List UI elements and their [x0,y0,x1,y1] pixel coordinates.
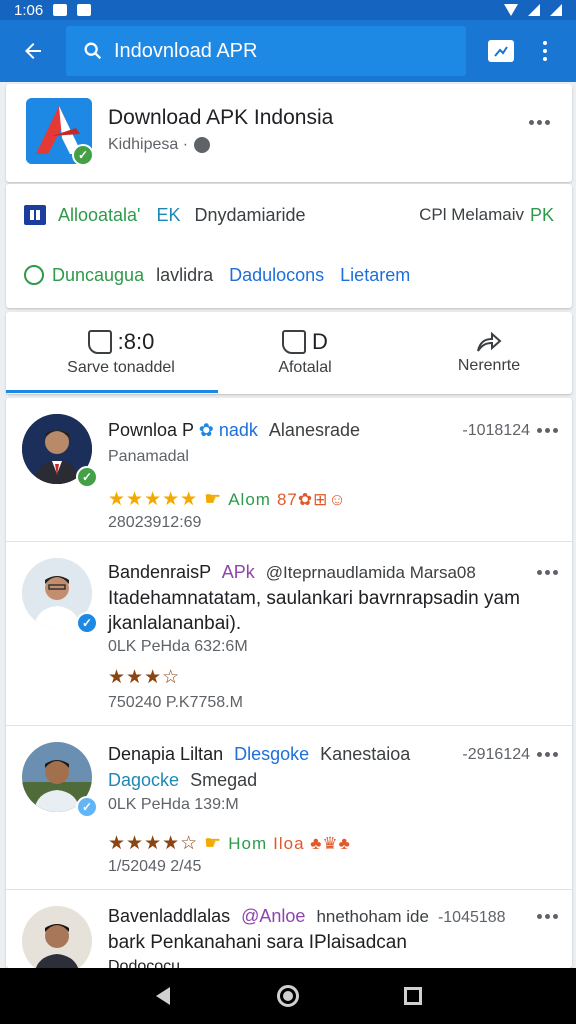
recents-square-icon [404,987,423,1005]
post-tag: Dlesgoke [234,744,310,764]
app-bar [0,20,576,82]
page-icon [24,205,46,225]
rating-stars: ★★★★☆ ☛ Hom Iloa ♣♛♣ [108,833,351,854]
share-action-button[interactable]: Nerenrte [404,312,574,394]
verified-badge: ✓ [76,612,98,634]
verified-icon: ✿ [198,420,214,440]
share-icon [488,40,514,62]
notification-icon [77,4,92,16]
nav-back-button[interactable] [143,976,183,1016]
page-header-card: Download APK Indonsia Kidhipesa · [6,84,572,182]
signal-icon [550,4,562,16]
post-body: Itadehamnatatam, saulankari bavrnrapsadi… [108,588,520,634]
info-tag[interactable]: EK [157,205,181,226]
overflow-menu-button[interactable] [530,28,560,74]
hand-icon: ☛ [204,833,223,854]
search-icon [84,42,102,60]
post-meta: 0LK PeHda 632:6M [108,638,248,655]
wifi-icon [504,4,518,16]
status-time: 1:06 [14,1,44,19]
page-actions-card: :8:0 Sarve tonaddel D Afotalal Nerenrte [6,312,572,394]
share-button[interactable] [478,28,524,74]
post-more-button[interactable] [537,570,558,575]
post-author[interactable]: BandenraisP APk @Iteprnaudlamida Marsa08 [108,562,476,583]
post-item[interactable]: ✓ Pownloa P ✿ nadk Alanesrade -1018124 P… [6,398,572,542]
thumbs-up-icon [282,330,307,354]
post-tag: APk [221,562,255,582]
info-hours: Duncaugua [52,264,145,285]
avatar[interactable] [22,906,92,968]
info-link[interactable]: Lietarem [340,265,410,286]
post-item[interactable]: ✓ BandenraisP APk @Iteprnaudlamida Marsa… [6,542,572,726]
page-info-card: Allooatala' EK Dnydamiaride CPl Melamaiv… [6,184,572,308]
post-tag: @Anloe [241,906,306,926]
info-text: lavlidra [156,264,214,285]
nav-recents-button[interactable] [393,976,433,1016]
signal-icon [528,4,540,16]
post-item[interactable]: ✓ Denapia Liltan Dlesgoke Kanestaioa -29… [6,726,572,890]
active-tab-indicator [6,390,218,393]
post-subtitle: Dagocke Smegad [108,770,258,790]
post-more-button[interactable] [537,752,558,757]
info-category[interactable]: Allooatala' [58,205,141,226]
search-bar[interactable] [66,26,466,76]
home-circle-icon [276,985,299,1007]
back-arrow-icon [25,43,41,59]
system-nav-bar [0,968,576,1024]
post-time: -2916124 [462,746,530,763]
post-more-button[interactable] [537,428,558,433]
verified-badge: ✓ [72,144,94,166]
verified-badge: ✓ [76,466,98,488]
search-input[interactable] [114,39,434,63]
posts-feed: ✓ Pownloa P ✿ nadk Alanesrade -1018124 P… [6,398,572,968]
nav-home-button[interactable] [268,976,308,1016]
back-button[interactable] [10,28,56,74]
back-triangle-icon [155,987,170,1005]
post-meta: 28023912:69 [108,514,202,531]
post-author[interactable]: Bavenladdlalas @Anloe hnethoham ide -104… [108,906,506,927]
post-meta: Dodococu [108,958,181,968]
check-icon: ✓ [72,144,94,166]
page-more-button[interactable] [529,120,550,125]
info-text: CPl Melamaiv [419,205,524,224]
verified-badge: ✓ [76,796,98,818]
post-item[interactable]: Bavenladdlalas @Anloe hnethoham ide -104… [6,890,572,968]
post-time: -1018124 [462,422,530,439]
post-meta: 750240 P.K7758.M [108,694,243,711]
info-text: Dnydamiaride [194,204,306,225]
status-bar: 1:06 [0,0,576,20]
comment-button[interactable]: D Afotalal [220,312,390,394]
globe-icon [194,137,211,153]
info-tag[interactable]: PK [530,205,554,226]
post-author[interactable]: Pownloa P ✿ nadk Alanesrade [108,420,360,441]
hand-icon: ☛ [204,489,223,510]
rating-stars: ★★★☆ [108,667,181,688]
like-button[interactable]: :8:0 Sarve tonaddel [36,312,206,394]
page-title: Download APK Indonsia [108,106,334,129]
post-meta: 0LK PeHda 139:M [108,796,239,813]
post-subtitle: Panamadal [108,448,189,465]
post-body: bark Penkanahani sara IPlaisadcan [108,932,407,953]
thumbs-up-icon [87,330,112,354]
info-link[interactable]: Dadulocons [229,265,324,286]
notification-icon [53,4,68,16]
page-subtitle: Kidhipesa · [108,136,211,154]
post-tag: nadk [218,420,258,440]
post-author[interactable]: Denapia Liltan Dlesgoke Kanestaioa [108,744,410,765]
info-row: Duncaugua lavlidra Dadulocons Lietarem [24,262,554,288]
info-row: Allooatala' EK Dnydamiaride CPl Melamaiv… [24,202,554,228]
post-meta: 1/52049 2/45 [108,858,202,875]
post-more-button[interactable] [537,914,558,919]
rating-stars: ★★★★★ ☛ Alom 87✿⊞☺ [108,489,347,510]
share-arrow-icon [477,331,502,352]
clock-icon [24,265,44,285]
